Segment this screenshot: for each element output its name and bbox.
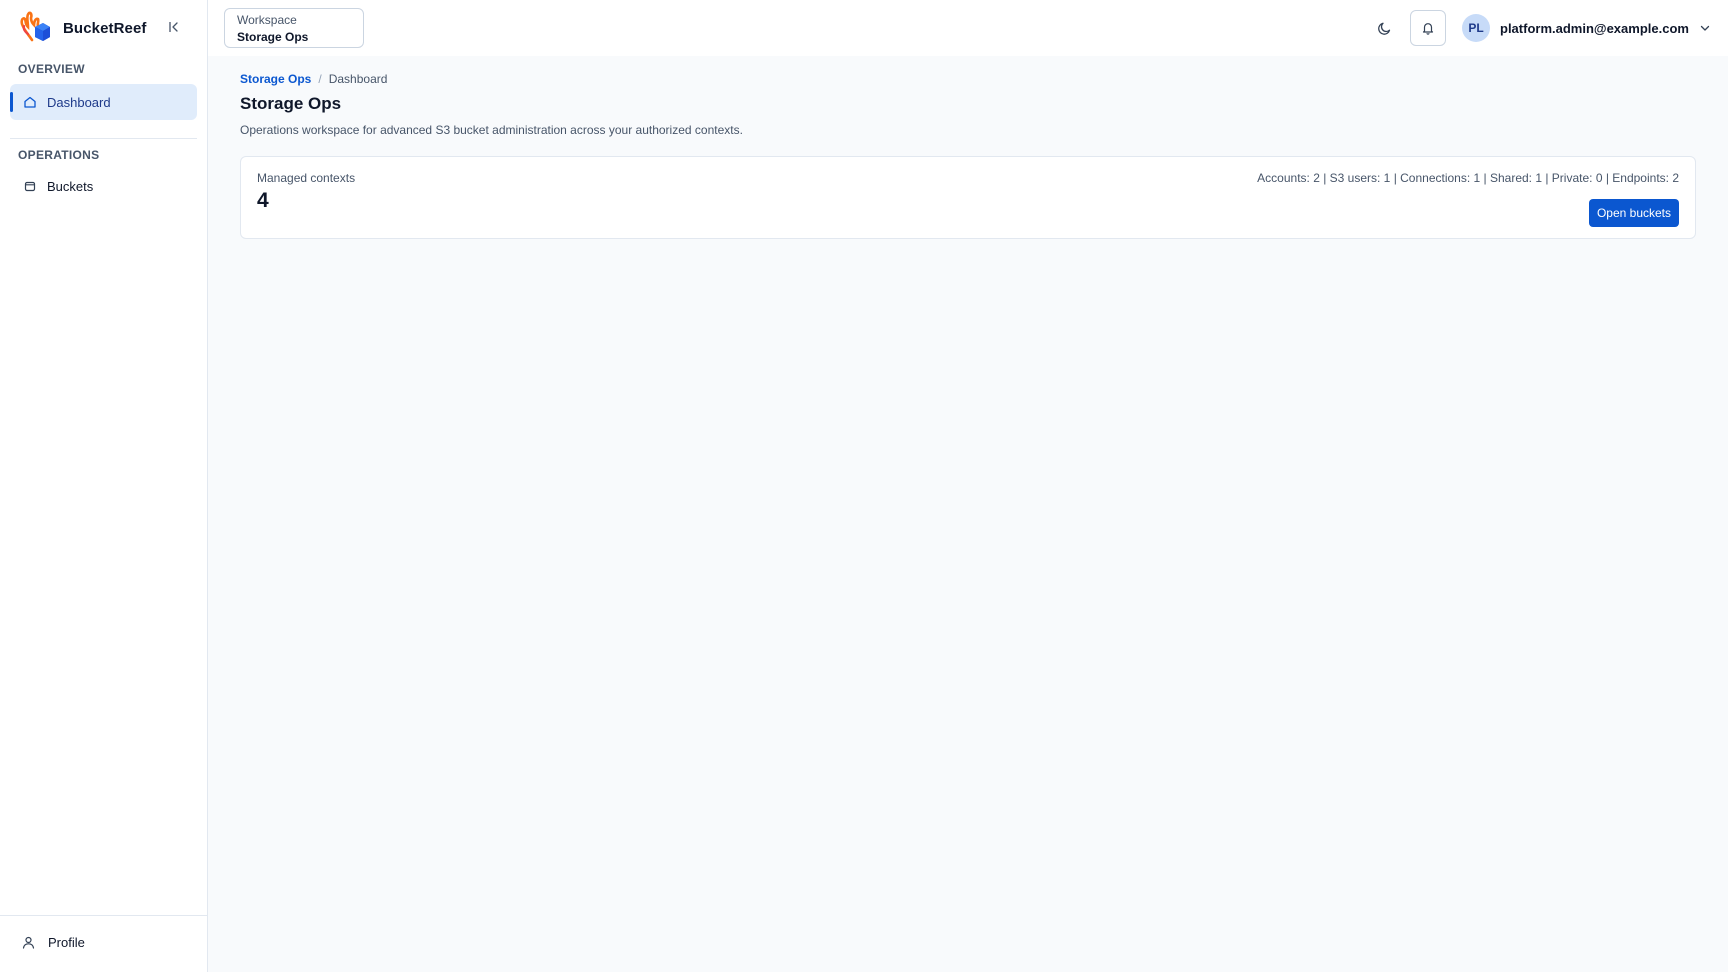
home-icon [22,94,38,110]
user-email: platform.admin@example.com [1500,20,1689,36]
section-title-operations: OPERATIONS [18,148,100,162]
brand[interactable]: BucketReef [18,10,147,46]
bell-icon [1422,23,1434,35]
chevron-down-icon [1699,21,1713,35]
page-description: Operations workspace for advanced S3 buc… [240,123,743,137]
sidebar-item-label: Buckets [47,178,94,194]
collapse-sidebar-icon [169,22,178,32]
bucket-icon [22,178,38,194]
bucketreef-logo-icon [20,11,50,42]
workspace-switcher[interactable]: Workspace Storage Ops [224,8,364,48]
breadcrumb: Storage Ops / Dashboard [240,72,387,86]
user-icon [22,936,36,950]
brand-name: BucketReef [63,19,147,37]
breadcrumb-separator: / [318,72,322,86]
sidebar-item-buckets[interactable]: Buckets [10,168,197,204]
notifications-button[interactable] [1410,10,1446,46]
breadcrumb-current: Dashboard [328,72,388,86]
sidebar-footer: Profile [0,915,207,972]
sidebar-item-label: Dashboard [47,94,111,110]
managed-contexts-card: Managed contexts 4 Accounts: 2 | S3 user… [240,156,1696,239]
avatar: PL [1462,14,1490,42]
user-menu[interactable]: PL platform.admin@example.com [1462,14,1713,42]
workspace-label: Workspace [237,13,297,27]
sidebar-divider [10,138,197,139]
topbar: Workspace Storage Ops PL platform.admin@… [208,0,1728,56]
sidebar-item-dashboard[interactable]: Dashboard [10,84,197,120]
open-buckets-button[interactable]: Open buckets [1588,199,1679,227]
breadcrumb-link-storage-ops[interactable]: Storage Ops [240,72,311,86]
sidebar-item-profile[interactable]: Profile [22,935,85,950]
profile-label: Profile [48,935,85,950]
sidebar: BucketReef OVERVIEW Dashboard OPERATIONS… [0,0,208,972]
section-title-overview: OVERVIEW [18,62,85,76]
card-value: 4 [257,189,269,212]
theme-toggle-button[interactable] [1374,18,1394,38]
workspace-value: Storage Ops [237,30,309,44]
collapse-sidebar-button[interactable] [166,19,182,35]
page-title: Storage Ops [240,94,342,113]
card-stats: Accounts: 2 | S3 users: 1 | Connections:… [1257,171,1679,185]
card-label: Managed contexts [257,171,356,185]
moon-icon [1377,22,1390,35]
